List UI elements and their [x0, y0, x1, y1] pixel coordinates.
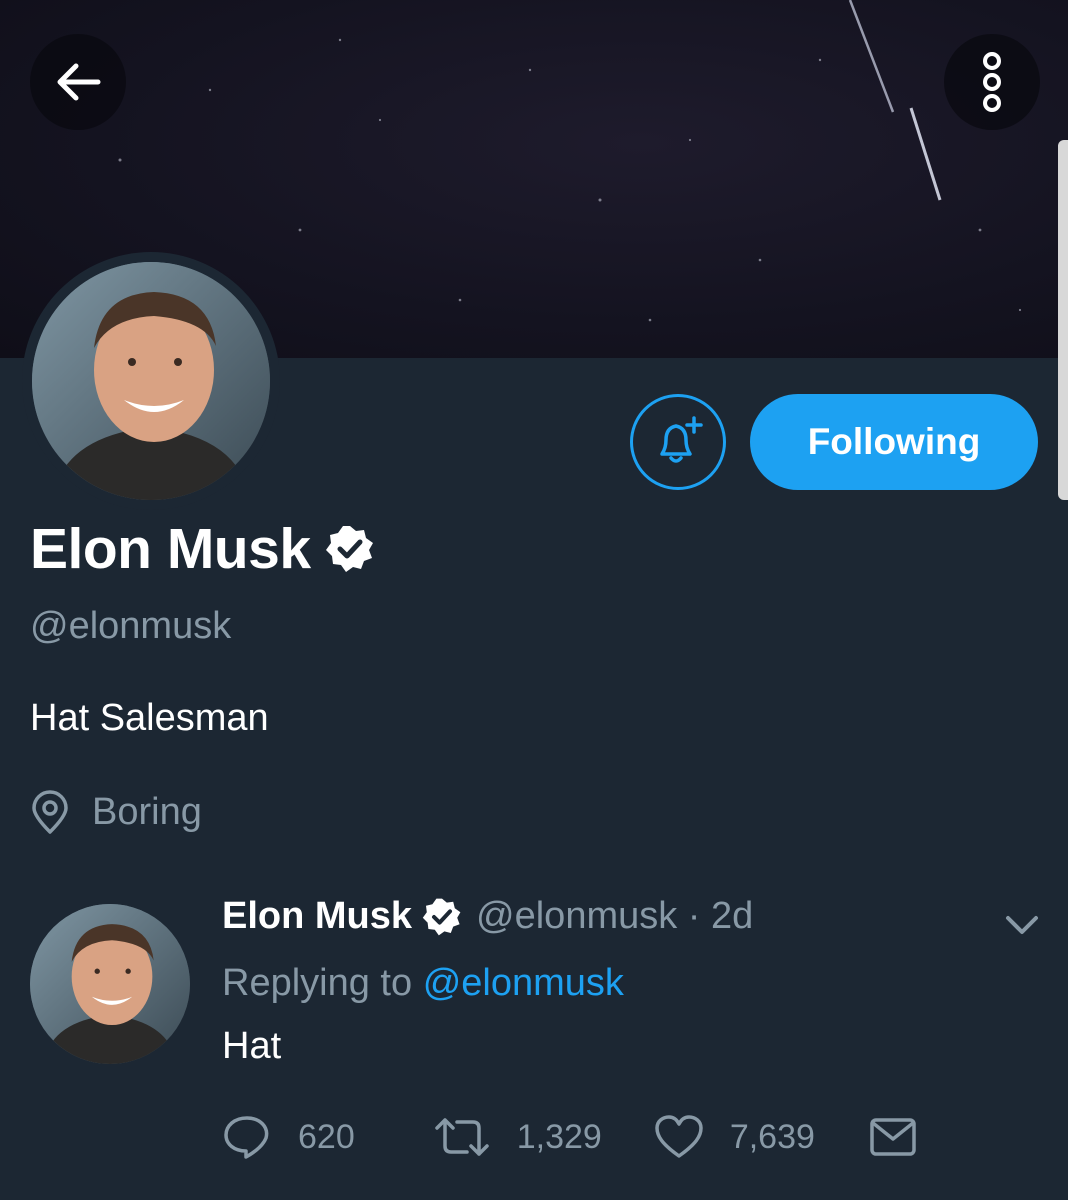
retweet-count: 1,329: [516, 1117, 602, 1156]
like-count: 7,639: [729, 1117, 815, 1156]
more-options-button[interactable]: [944, 34, 1040, 130]
tweet-avatar-image: [30, 904, 190, 1064]
mail-icon: [870, 1118, 916, 1156]
more-vertical-icon: [983, 52, 1001, 112]
scrollbar-thumb[interactable]: [1058, 140, 1068, 500]
like-button[interactable]: 7,639: [654, 1114, 815, 1160]
avatar-image: [32, 262, 270, 500]
following-button[interactable]: Following: [750, 394, 1038, 490]
verified-badge-icon: [325, 526, 373, 572]
reply-icon: [224, 1116, 269, 1159]
bell-plus-icon: [660, 416, 703, 463]
retweet-button[interactable]: 1,329: [433, 1114, 602, 1160]
replying-prefix: Replying to: [222, 962, 413, 1004]
reply-count: 620: [298, 1117, 355, 1156]
direct-message-button[interactable]: [869, 1117, 917, 1157]
location-pin-icon: [32, 790, 68, 834]
replying-to-line: Replying to @elonmusk: [222, 962, 624, 1005]
location-label: Boring: [92, 790, 202, 833]
heart-icon: [655, 1115, 703, 1158]
profile-bio: Hat Salesman: [30, 697, 269, 739]
notifications-button[interactable]: [630, 394, 726, 490]
reply-button[interactable]: 620: [222, 1114, 355, 1160]
profile-avatar[interactable]: [22, 252, 280, 510]
retweet-icon: [434, 1118, 489, 1156]
tweet-avatar[interactable]: [30, 904, 190, 1064]
tweet-header: Elon Musk @elonmusk · 2d: [222, 895, 753, 938]
profile-name-row: Elon Musk: [30, 516, 375, 582]
verified-badge-icon: [422, 898, 461, 935]
chevron-down-icon: [1006, 916, 1038, 934]
profile-name: Elon Musk: [30, 517, 311, 581]
tweet-author-name[interactable]: Elon Musk: [222, 895, 412, 938]
tweet-actions: 620 1,329 7,639: [222, 1110, 917, 1164]
profile-location: Boring: [30, 790, 202, 834]
tweet-text: Hat: [222, 1025, 282, 1067]
tweet-menu-button[interactable]: [1000, 908, 1044, 949]
arrow-left-icon: [57, 63, 101, 101]
back-button[interactable]: [30, 34, 126, 130]
tweet-meta: @elonmusk · 2d: [476, 895, 754, 937]
profile-handle: @elonmusk: [30, 605, 232, 647]
replying-to-link[interactable]: @elonmusk: [423, 962, 624, 1004]
